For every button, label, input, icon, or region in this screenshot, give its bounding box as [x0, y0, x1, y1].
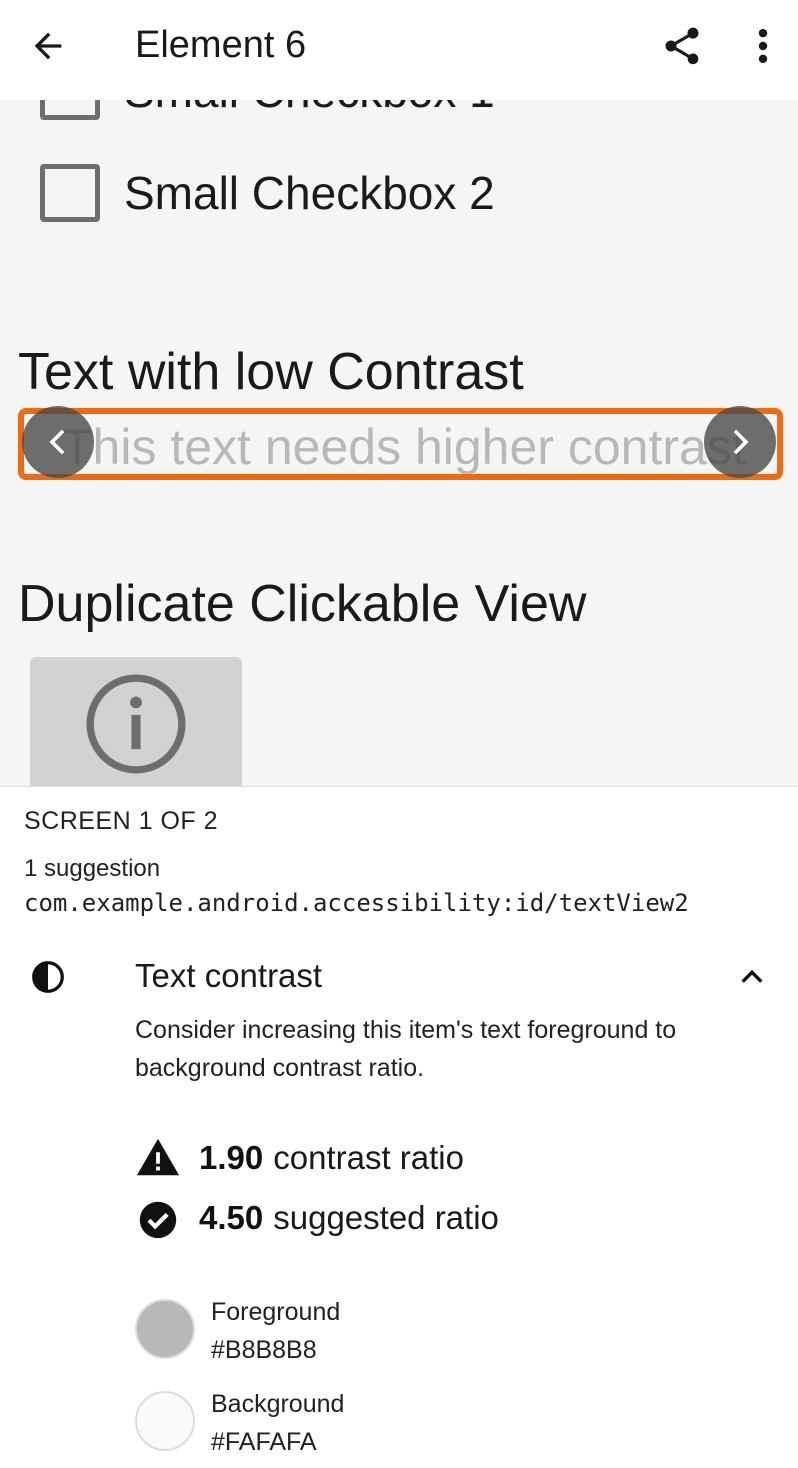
- previous-element-button[interactable]: [22, 406, 94, 478]
- checkbox-row-1[interactable]: Small Checkbox 1: [40, 100, 495, 120]
- foreground-swatch: [135, 1299, 195, 1359]
- foreground-hex: #B8B8B8: [211, 1336, 317, 1364]
- checkbox-2-label: Small Checkbox 2: [124, 167, 495, 219]
- background-color-row: Background #FAFAFA: [135, 1385, 344, 1461]
- check-circle-icon: [139, 1201, 177, 1239]
- info-icon: [86, 674, 186, 774]
- screen-counter: SCREEN 1 OF 2: [24, 807, 219, 835]
- screenshot-preview: Small Checkbox 1 Small Checkbox 2 Text w…: [0, 100, 798, 786]
- top-app-bar: Element 6: [0, 0, 798, 100]
- arrow-back-icon[interactable]: [28, 26, 68, 66]
- current-ratio-value: 1.90: [199, 1139, 264, 1176]
- suggestion-count: 1 suggestion: [24, 855, 161, 882]
- low-contrast-text: This text needs higher contrast: [62, 419, 746, 475]
- duplicate-clickable-heading: Duplicate Clickable View: [18, 575, 587, 633]
- suggested-ratio-value: 4.50: [199, 1199, 264, 1236]
- chevron-left-icon: [49, 429, 65, 455]
- chevron-right-icon: [733, 429, 749, 455]
- checkbox-2[interactable]: [40, 164, 100, 222]
- background-hex: #FAFAFA: [211, 1428, 317, 1456]
- next-element-button[interactable]: [704, 406, 776, 478]
- more-vert-icon[interactable]: [748, 24, 778, 68]
- background-swatch: [135, 1391, 195, 1451]
- background-label: Background: [211, 1390, 345, 1418]
- issue-title[interactable]: Text contrast: [135, 957, 322, 995]
- share-icon[interactable]: [660, 24, 704, 68]
- chevron-up-icon[interactable]: [736, 961, 768, 993]
- current-ratio-label: contrast ratio: [273, 1139, 464, 1176]
- checkbox-1[interactable]: [40, 100, 100, 120]
- issue-description: Consider increasing this item's text for…: [135, 1016, 677, 1082]
- checkbox-1-label: Small Checkbox 1: [124, 100, 495, 118]
- highlighted-element[interactable]: This text needs higher contrast: [18, 408, 783, 480]
- info-button-tile[interactable]: [30, 657, 242, 786]
- results-bottom-sheet: SCREEN 1 OF 2 1 suggestion com.example.a…: [0, 786, 798, 1468]
- foreground-label: Foreground: [211, 1298, 341, 1326]
- suggested-ratio-label: suggested ratio: [273, 1199, 499, 1236]
- page-title: Element 6: [135, 24, 307, 66]
- app-screen: Element 6 Small Checkbox 1 Small Checkbo…: [0, 0, 798, 1468]
- foreground-color-row: Foreground #B8B8B8: [135, 1293, 340, 1369]
- checkbox-row-2[interactable]: Small Checkbox 2: [40, 164, 495, 222]
- suggested-ratio-row: 4.50 suggested ratio: [135, 1195, 499, 1241]
- low-contrast-heading: Text with low Contrast: [18, 343, 524, 401]
- contrast-icon: [32, 961, 64, 993]
- resource-id: com.example.android.accessibility:id/tex…: [24, 889, 689, 917]
- warning-icon: [136, 1138, 180, 1176]
- current-ratio-row: 1.90 contrast ratio: [135, 1135, 464, 1181]
